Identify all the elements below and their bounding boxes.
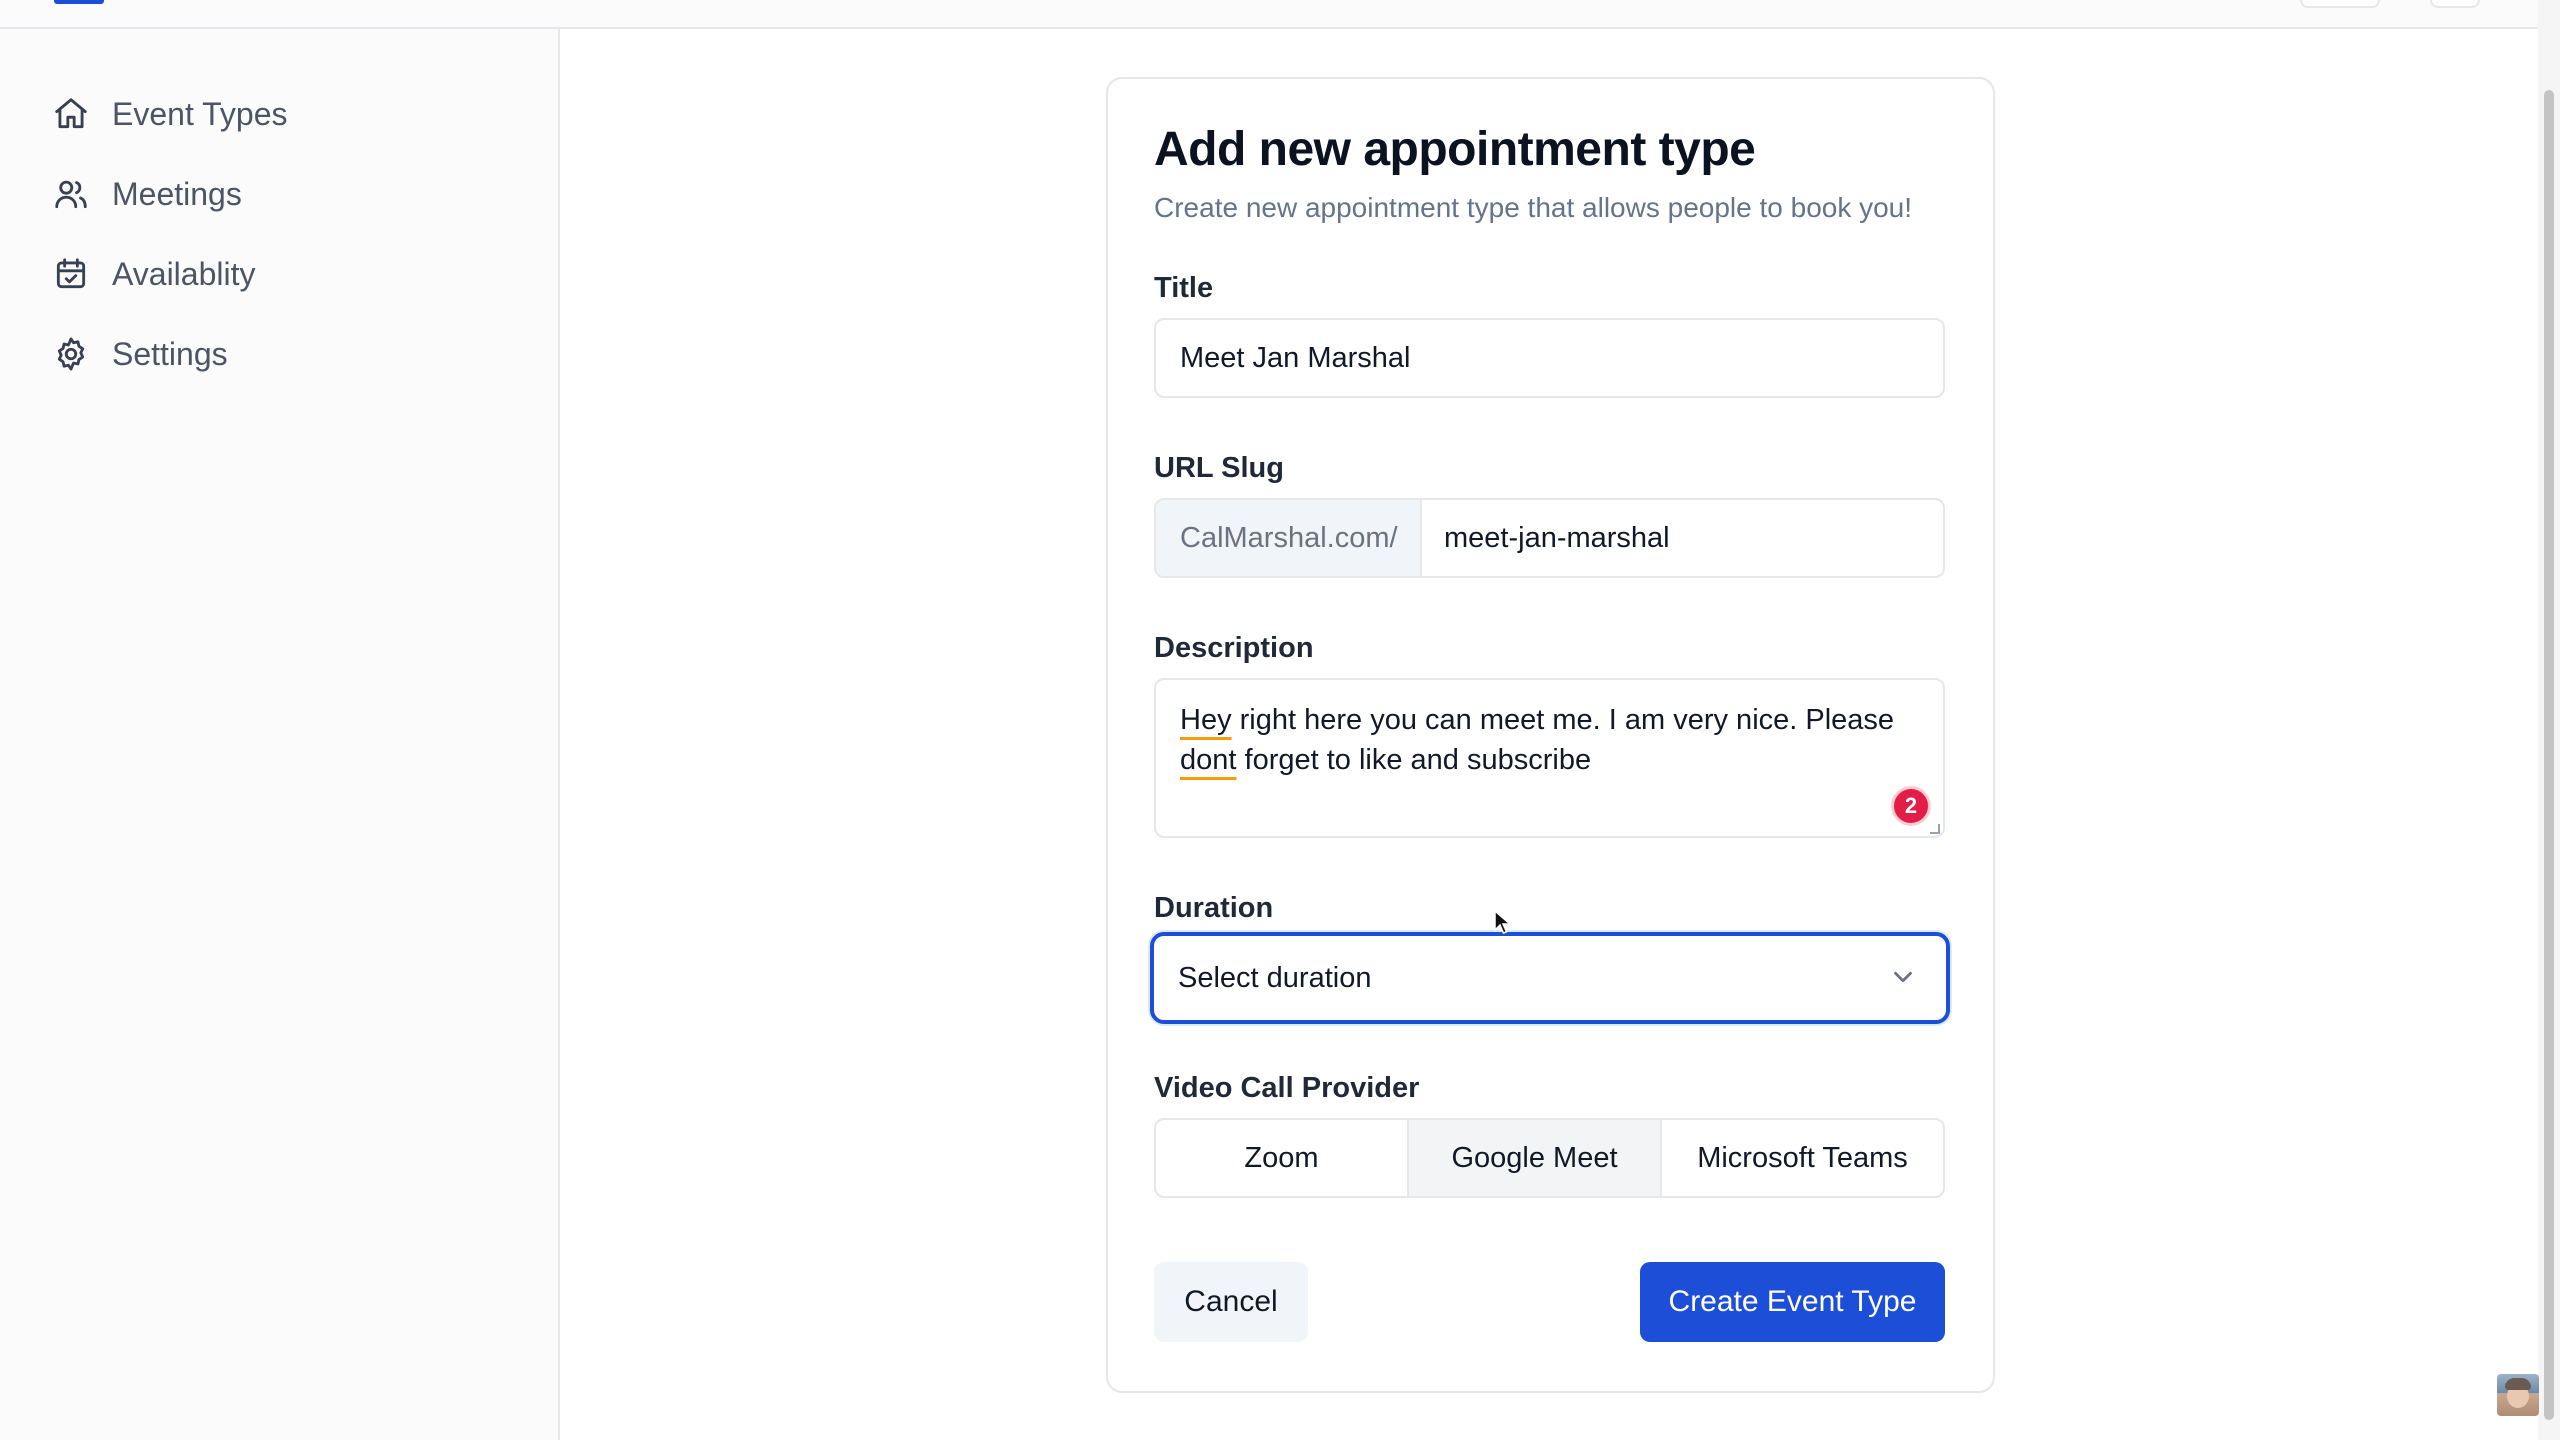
duration-select[interactable]: Select duration <box>1150 932 1950 1024</box>
description-text: right here you can meet me. I am very ni… <box>1231 704 1895 736</box>
description-label: Description <box>1154 632 1314 664</box>
cancel-button[interactable]: Cancel <box>1154 1262 1308 1342</box>
avatar <box>2497 1374 2539 1416</box>
user-menu-button[interactable] <box>2430 0 2480 8</box>
misspelled-word[interactable]: dont <box>1180 744 1236 776</box>
provider-option-microsoft-teams[interactable]: Microsoft Teams <box>1662 1120 1943 1196</box>
textarea-resize-handle[interactable] <box>1930 824 1940 834</box>
users-icon <box>55 180 87 209</box>
misspelled-word[interactable]: Hey <box>1180 704 1232 736</box>
grammar-issues-badge[interactable]: 2 <box>1891 786 1931 826</box>
gear-icon <box>57 337 85 371</box>
video-provider-label: Video Call Provider <box>1154 1072 1420 1104</box>
home-icon <box>55 98 87 129</box>
sidebar: Event Types Meetings Availablity Setting… <box>0 29 560 1440</box>
avatar-hair <box>2505 1378 2531 1390</box>
url-slug-input[interactable]: meet-jan-marshal <box>1422 500 1943 576</box>
title-input[interactable]: Meet Jan Marshal <box>1154 318 1945 398</box>
video-provider-toggle-group: Zoom Google Meet Microsoft Teams <box>1154 1118 1945 1198</box>
sidebar-item-label: Settings <box>112 335 228 372</box>
title-label: Title <box>1154 272 1214 304</box>
calendar-icon <box>56 258 86 289</box>
sidebar-item-availability[interactable]: Availablity <box>52 246 512 302</box>
app-logo[interactable] <box>54 0 104 4</box>
sidebar-item-settings[interactable]: Settings <box>52 326 512 382</box>
provider-option-zoom[interactable]: Zoom <box>1156 1120 1409 1196</box>
duration-label: Duration <box>1154 892 1274 924</box>
provider-option-google-meet[interactable]: Google Meet <box>1409 1120 1662 1196</box>
vertical-scrollbar[interactable] <box>2538 0 2560 1440</box>
description-textarea[interactable]: Hey right here you can meet me. I am ver… <box>1154 678 1945 838</box>
top-bar <box>0 0 2560 29</box>
page-title: Add new appointment type <box>1154 123 1756 176</box>
sidebar-item-label: Availablity <box>112 255 256 292</box>
url-slug-label: URL Slug <box>1154 452 1284 484</box>
page-subtitle: Create new appointment type that allows … <box>1154 192 1913 223</box>
sidebar-item-label: Event Types <box>112 95 288 132</box>
description-text: forget to like and subscribe <box>1236 744 1592 776</box>
url-slug-field: CalMarshal.com/ meet-jan-marshal <box>1154 498 1945 578</box>
chevron-down-icon <box>1888 962 1918 992</box>
url-slug-prefix: CalMarshal.com/ <box>1156 500 1422 576</box>
scrollbar-thumb[interactable] <box>2544 90 2554 1420</box>
top-bar-button[interactable] <box>2300 0 2380 8</box>
mouse-cursor-icon <box>1494 910 1512 934</box>
create-event-type-button[interactable]: Create Event Type <box>1640 1262 1945 1342</box>
sidebar-item-label: Meetings <box>112 175 242 212</box>
duration-select-value: Select duration <box>1178 961 1372 994</box>
sidebar-item-meetings[interactable]: Meetings <box>52 166 512 222</box>
sidebar-item-event-types[interactable]: Event Types <box>52 86 512 142</box>
